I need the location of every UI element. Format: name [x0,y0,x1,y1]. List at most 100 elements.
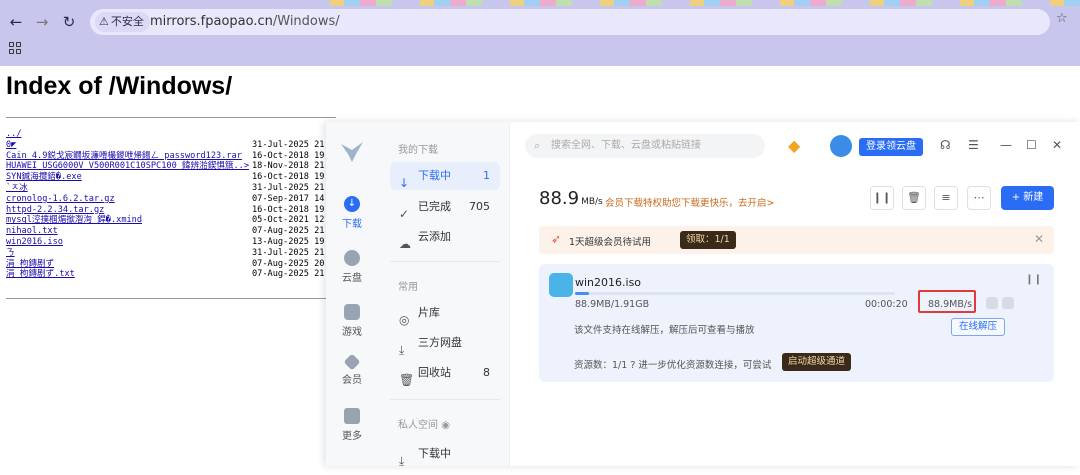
file-listing: ../0◤ 31-Jul-2025 21: Cain_4.9鋭戈宸鐗坂濂嗗樶鍐呭帰鍚… [6,129,336,280]
file-link[interactable]: 0◤ [6,140,16,150]
reload-icon[interactable]: ↻ [58,11,80,33]
file-date: 31-Jul-2025 21: [252,182,330,193]
download-sidebar: 我的下载 ↓ 下载中 1 ✓ 已完成 705 ☁ 云添加 常用 ◎ 片库 ⤓ 三… [378,122,510,468]
search-input[interactable]: ⌕ 搜索全网、下载、云盘或粘贴链接 [525,134,765,158]
file-date: 31-Jul-2025 21: [252,139,330,150]
accelerate-icon[interactable] [986,297,998,309]
rail-item-download[interactable]: ↓ 下载 [326,196,378,230]
file-link[interactable]: `ㅈ冰 [6,183,28,193]
sidebar-item-cloud-add[interactable]: ☁ 云添加 [390,223,500,251]
rail-item-games[interactable]: 游戏 [326,304,378,338]
listing-row: mysql涳撲椢煝撳潪洵 銲�.xmind 05-Oct-2021 12 [6,215,336,226]
disk-image-icon [549,273,573,297]
rail-item-more[interactable]: 更多 [326,408,378,442]
pause-task-icon[interactable]: ❙❙ [1025,274,1042,285]
sidebar-item-completed[interactable]: ✓ 已完成 705 [390,193,500,221]
download-task-card[interactable]: win2016.iso ❙❙ 88.9MB/1.91GB 00:00:20 88… [539,264,1054,382]
listing-row: Cain_4.9鋭戈宸鐗坂濂嗗樶鍐呭帰鍚ㄥ password123.rar 16-… [6,151,336,162]
close-banner-icon[interactable]: ✕ [1034,232,1044,246]
file-link[interactable]: ㄋ [6,248,15,258]
file-link[interactable]: cronolog-1.6.2.tar.gz [6,194,115,204]
download-icon: ↓ [344,196,360,212]
online-extract-button[interactable]: 在线解压 [951,318,1005,336]
vip-promo-link[interactable]: 会员下载特权助您下载更快乐，去开启> [605,195,774,209]
cloud-icon [344,250,360,266]
file-link[interactable]: httpd-2.2.34.tar.gz [6,205,104,215]
pause-all-button[interactable]: ❙❙ [870,186,894,210]
new-task-button[interactable]: + 新建 [1001,186,1054,210]
search-icon: ⌕ [534,139,541,152]
sidebar-item-library[interactable]: ◎ 片库 [390,299,500,327]
browser-chrome: ← → ↻ ⚠ 不安全 mirrors.fpaopao.cn/Windows/ ☆ [0,0,1080,66]
rail-item-vip[interactable]: 会员 [326,353,378,386]
forward-icon[interactable]: → [31,11,53,33]
file-date: 07-Aug-2025 21: [252,226,330,237]
cloud-upload-icon: ☁ [399,237,411,251]
super-channel-button[interactable]: 启动超级通道 [782,353,852,371]
gamepad-icon [344,304,360,320]
file-date: 07-Aug-2025 21: [252,269,330,280]
url-text[interactable]: mirrors.fpaopao.cn/Windows/ [150,13,340,31]
file-date: 07-Aug-2025 20: [252,258,330,269]
file-link[interactable]: 涓 枸鏄剧ず [6,259,54,269]
bird-icon: ➶ [551,232,562,246]
menu-icon[interactable]: ☰ [968,138,979,152]
grid-icon [344,408,360,424]
lock-download-icon: ⤓ [399,454,405,468]
close-icon[interactable]: ✕ [1052,138,1062,152]
divider [390,261,500,262]
minimize-icon[interactable]: — [1000,138,1012,152]
vip-gem-icon[interactable]: ◆ [788,136,800,155]
diamond-icon [343,353,361,371]
nav-rail: ↓ 下载 云盘 游戏 会员 更多 [326,122,378,466]
progress-fill [575,292,590,295]
file-link[interactable]: mysql涳撲椢煝撳潪洵 銲�.xmind [6,215,142,225]
headset-icon[interactable]: ☊ [940,138,951,152]
login-button[interactable]: 登录领云盘 [859,138,923,156]
security-badge[interactable]: ⚠ 不安全 [95,12,150,32]
listing-row: HUAWEI_USG6000V_V500R001C10SPC100_鍏辨湁鍥惧簱… [6,161,336,172]
file-link[interactable]: Cain_4.9鋭戈宸鐗坂濂嗗樶鍐呭帰鍚ㄥ password123.rar [6,151,242,161]
avatar[interactable] [830,135,852,157]
task-eta: 00:00:20 [865,299,908,310]
section-heading: 常用 [398,282,418,293]
download-manager-window: ↓ 下载 云盘 游戏 会员 更多 我的下载 ↓ 下载中 1 ✓ 已完成 705 … [326,122,1080,468]
listing-row: win2016.iso 13-Aug-2025 19: [6,237,336,248]
file-link[interactable]: HUAWEI_USG6000V_V500R001C10SPC100_鍏辨湁鍥惧簱… [6,161,249,171]
private-space-heading[interactable]: 私人空间 ◉ [398,416,450,431]
task-filename: win2016.iso [575,276,642,289]
back-icon[interactable]: ← [5,11,27,33]
resource-info: 资源数：1/1 ? 进一步优化资源数连接，可尝试 [574,360,772,371]
help-icon[interactable]: ? [630,360,635,371]
delete-button[interactable]: 🗑 [902,186,926,210]
sidebar-item-private-downloading[interactable]: ⤓ 下载中 [390,440,500,468]
bookmark-star-icon[interactable]: ☆ [1056,11,1068,26]
apps-icon[interactable] [9,42,21,54]
claim-trial-button[interactable]: 领取：1/1 [680,231,736,249]
more-button[interactable]: ⋯ [967,186,991,210]
sidebar-item-recycle[interactable]: 🗑 回收站 8 [390,359,500,387]
file-link[interactable]: nihaol.txt [6,226,58,236]
file-date: 18-Nov-2018 21 [252,161,325,172]
sidebar-item-downloading[interactable]: ↓ 下载中 1 [390,162,500,190]
task-progress-bar [575,292,895,295]
listing-row: ㄋ 31-Jul-2025 21: [6,248,336,259]
file-date: 16-Oct-2018 19 [252,172,325,183]
sidebar-item-third-party[interactable]: ⤓ 三方网盘 [390,329,500,357]
file-link[interactable]: win2016.iso [6,237,63,247]
trash-icon: 🗑 [399,373,415,387]
file-date: 05-Oct-2021 12 [252,215,325,226]
listing-row: 0◤ 31-Jul-2025 21: [6,140,336,151]
listing-row: 涓 枸鏄剧ず 07-Aug-2025 20: [6,259,336,270]
download-main: ⌕ 搜索全网、下载、云盘或粘贴链接 ◆ 登录领云盘 ☊ ☰ — ☐ ✕ 88.9… [510,122,1080,466]
file-link[interactable]: SYN鍼海攬鍣�.exe [6,172,82,182]
maximize-icon[interactable]: ☐ [1026,138,1037,152]
divider [6,117,336,118]
lightning-icon[interactable] [1002,297,1014,309]
vip-trial-banner: ➶ 1天超级会员待试用 领取：1/1 ✕ [539,226,1054,254]
sort-button[interactable]: ≡ [934,186,958,210]
listing-row: httpd-2.2.34.tar.gz 16-Oct-2018 19: [6,205,336,216]
rail-item-cloud[interactable]: 云盘 [326,250,378,284]
file-link[interactable]: 涓 枸鏄剧ず.txt [6,269,75,279]
file-link[interactable]: ../ [6,129,22,139]
